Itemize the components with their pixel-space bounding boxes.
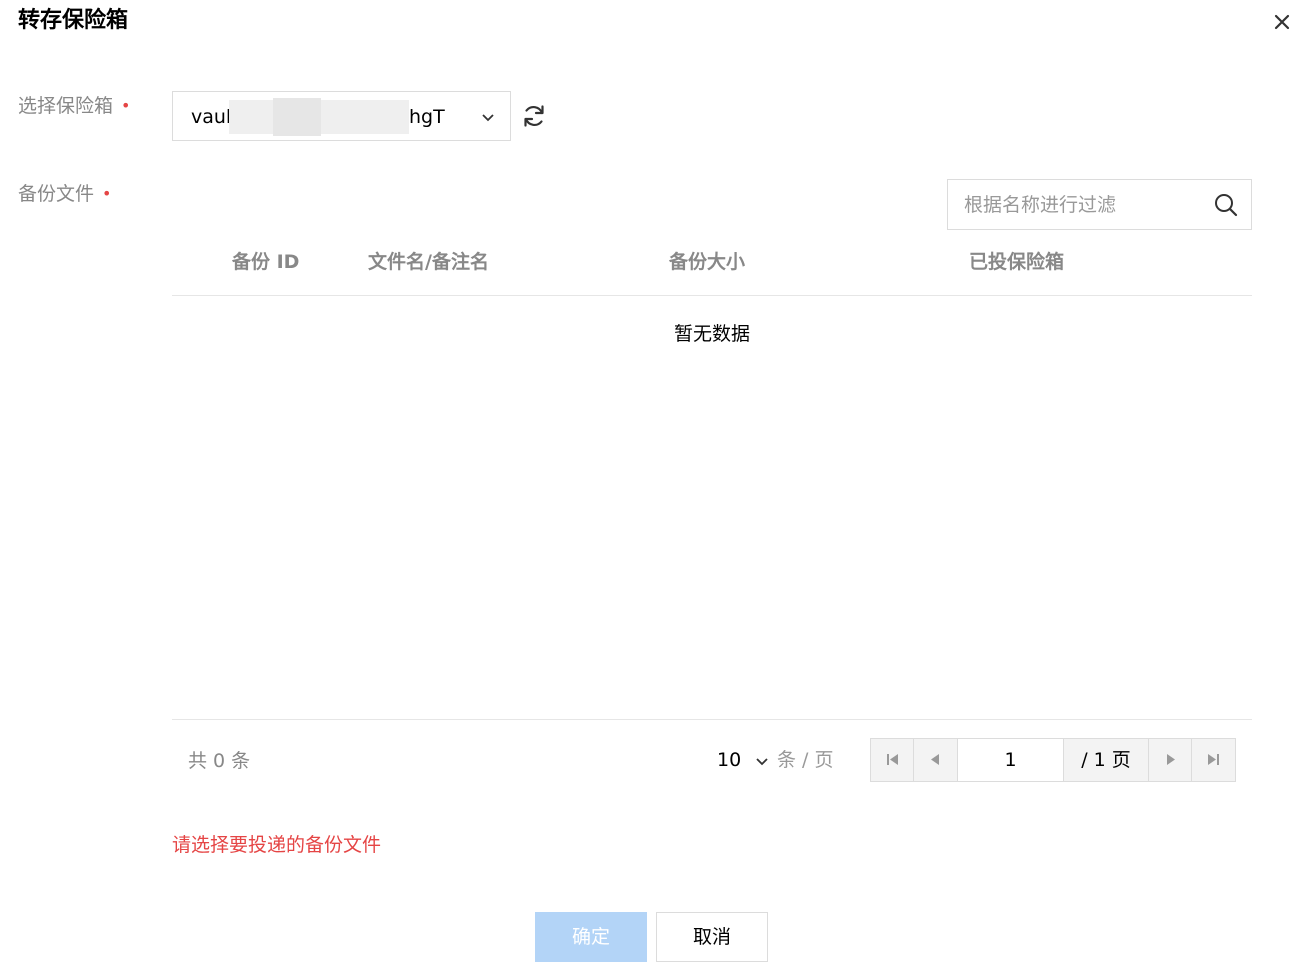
column-header-backup-size: 备份大小 <box>669 251 746 273</box>
table-header: 备份 ID 文件名/备注名 备份大小 已投保险箱 <box>172 236 1252 296</box>
total-pages: / 1 页 <box>1081 749 1131 771</box>
dialog-title: 转存保险箱 <box>18 8 129 33</box>
table-footer-divider <box>172 719 1252 720</box>
chevron-down-icon <box>482 114 494 122</box>
vault-select-value-prefix: vaul <box>191 106 232 128</box>
first-page-button[interactable] <box>871 739 914 781</box>
cancel-button[interactable]: 取消 <box>656 912 768 962</box>
backup-label: 备份文件 • <box>18 180 111 208</box>
page-number-input[interactable]: 1 <box>957 739 1064 781</box>
last-page-button[interactable] <box>1191 739 1234 781</box>
close-icon <box>1274 14 1290 30</box>
prev-page-icon <box>931 754 939 765</box>
column-header-filename: 文件名/备注名 <box>368 251 489 273</box>
search-input[interactable] <box>964 180 1204 229</box>
required-mark: • <box>121 96 131 115</box>
refresh-button[interactable] <box>520 102 548 130</box>
page-size-value: 10 <box>717 749 742 771</box>
backup-label-text: 备份文件 <box>18 183 95 205</box>
chevron-down-icon <box>756 757 768 765</box>
refresh-icon <box>524 105 544 127</box>
search-icon[interactable] <box>1213 192 1239 218</box>
total-count: 共 0 条 <box>188 750 251 772</box>
last-page-icon <box>1208 754 1219 765</box>
vault-select[interactable]: vaul hgT <box>172 91 511 141</box>
next-page-icon <box>1167 754 1175 765</box>
transfer-vault-dialog: 转存保险箱 选择保险箱 • vaul hgT 备份文件 • 备份 ID 文件名/备注… <box>0 0 1314 969</box>
empty-state: 暂无数据 <box>673 323 750 345</box>
pagination: 1 / 1 页 <box>870 738 1236 782</box>
prev-page-button[interactable] <box>914 739 957 781</box>
per-page-label: 条 / 页 <box>777 749 834 771</box>
vault-select-value-suffix: hgT <box>409 106 445 128</box>
column-header-vaulted: 已投保险箱 <box>969 251 1065 273</box>
redacted-mask <box>273 98 321 136</box>
column-header-backup-id: 备份 ID <box>232 251 300 273</box>
required-mark: • <box>102 184 112 203</box>
page-size-select[interactable]: 10 <box>717 745 769 775</box>
validation-error: 请选择要投递的备份文件 <box>172 834 382 856</box>
first-page-icon <box>887 754 898 765</box>
close-button[interactable] <box>1270 10 1294 34</box>
vault-label: 选择保险箱 • <box>18 92 130 120</box>
next-page-button[interactable] <box>1148 739 1191 781</box>
vault-label-text: 选择保险箱 <box>18 95 114 117</box>
search-box <box>947 179 1252 230</box>
confirm-button[interactable]: 确定 <box>535 912 647 962</box>
